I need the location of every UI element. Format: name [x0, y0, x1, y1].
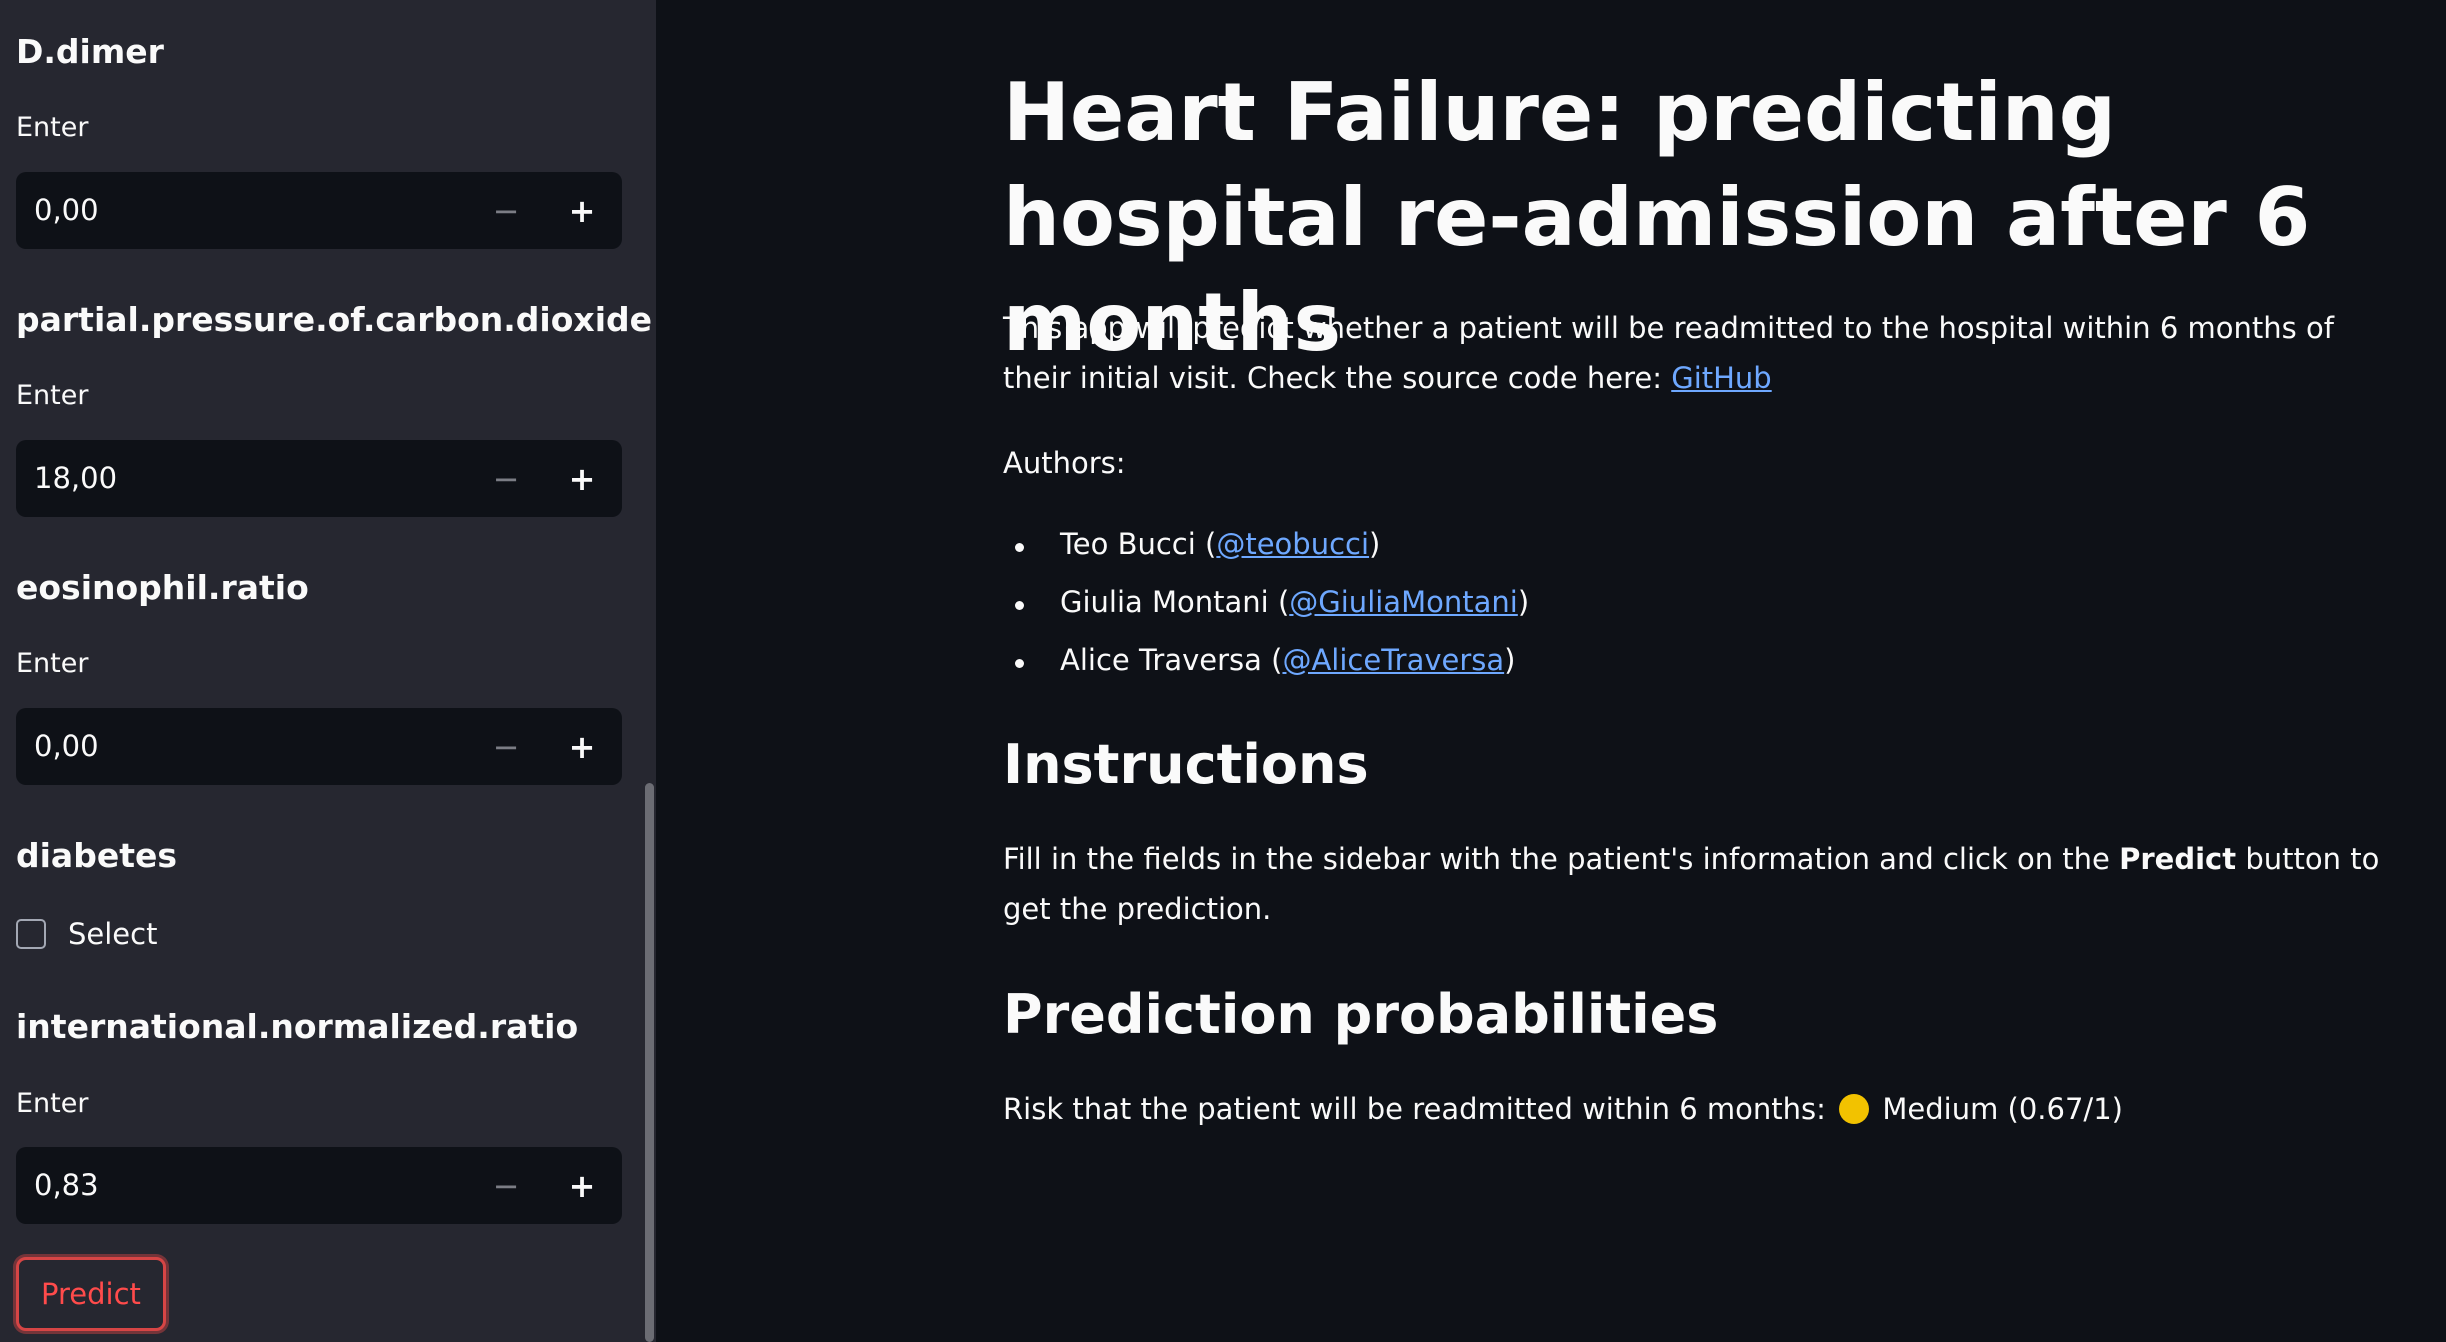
risk-level: Medium (0.67/1) [1882, 1092, 2123, 1126]
inr-input[interactable]: 0,83 − + [16, 1147, 622, 1224]
predict-button[interactable]: Predict [16, 1257, 166, 1331]
decrement-button[interactable]: − [474, 708, 538, 785]
intro-text: This app will predict whether a patient … [1003, 311, 2334, 395]
prediction-probabilities-heading: Prediction probabilities [1003, 983, 1719, 1046]
author-handle-link[interactable]: @GiuliaMontani [1289, 585, 1518, 619]
d-dimer-value[interactable]: 0,00 [34, 193, 99, 227]
author-handle-link[interactable]: @teobucci [1216, 527, 1369, 561]
pco2-title: partial.pressure.of.carbon.dioxide [16, 300, 653, 339]
pco2-value[interactable]: 18,00 [34, 461, 117, 495]
diabetes-checkbox-row[interactable]: Select [16, 917, 157, 951]
increment-button[interactable]: + [550, 1147, 614, 1224]
sidebar-scrollbar[interactable] [645, 783, 654, 1342]
author-handle-link[interactable]: @AliceTraversa [1282, 643, 1504, 677]
instructions-paragraph: Fill in the fields in the sidebar with t… [1003, 834, 2403, 934]
risk-text: Risk that the patient will be readmitted… [1003, 1092, 1826, 1126]
diabetes-checkbox-label[interactable]: Select [68, 917, 157, 951]
increment-button[interactable]: + [550, 440, 614, 517]
bullet-icon [1015, 659, 1024, 668]
eosinophil-value[interactable]: 0,00 [34, 729, 99, 763]
author-close: ) [1504, 643, 1516, 677]
authors-label: Authors: [1003, 446, 1126, 480]
yellow-circle-icon [1839, 1094, 1870, 1124]
inr-title: international.normalized.ratio [16, 1007, 579, 1046]
decrement-button[interactable]: − [474, 172, 538, 249]
author-close: ) [1517, 585, 1530, 619]
author-name: Giulia Montani ( [1060, 585, 1290, 619]
inr-value[interactable]: 0,83 [34, 1168, 99, 1202]
intro-paragraph: This app will predict whether a patient … [1003, 303, 2403, 403]
bullet-icon [1015, 543, 1024, 552]
author-name: Alice Traversa ( [1060, 643, 1283, 677]
inr-label: Enter [16, 1088, 89, 1119]
decrement-button[interactable]: − [474, 440, 538, 517]
author-close: ) [1369, 527, 1381, 561]
author-name: Teo Bucci ( [1060, 527, 1217, 561]
pco2-label: Enter [16, 380, 89, 411]
sidebar: D.dimer Enter 0,00 − + partial.pressure.… [0, 0, 656, 1342]
eosinophil-title: eosinophil.ratio [16, 568, 309, 607]
eosinophil-input[interactable]: 0,00 − + [16, 708, 622, 785]
d-dimer-label: Enter [16, 112, 89, 143]
instructions-text-before: Fill in the fields in the sidebar with t… [1003, 842, 2120, 876]
diabetes-checkbox[interactable] [16, 919, 46, 949]
decrement-button[interactable]: − [474, 1147, 538, 1224]
eosinophil-label: Enter [16, 648, 89, 679]
instructions-heading: Instructions [1003, 733, 1369, 796]
increment-button[interactable]: + [550, 708, 614, 785]
risk-line: Risk that the patient will be readmitted… [1003, 1084, 2123, 1134]
bullet-icon [1015, 601, 1024, 610]
github-link[interactable]: GitHub [1671, 361, 1772, 395]
d-dimer-title: D.dimer [16, 32, 164, 71]
d-dimer-input[interactable]: 0,00 − + [16, 172, 622, 249]
pco2-input[interactable]: 18,00 − + [16, 440, 622, 517]
instructions-predict-bold: Predict [2119, 842, 2237, 876]
diabetes-title: diabetes [16, 836, 178, 875]
increment-button[interactable]: + [550, 172, 614, 249]
